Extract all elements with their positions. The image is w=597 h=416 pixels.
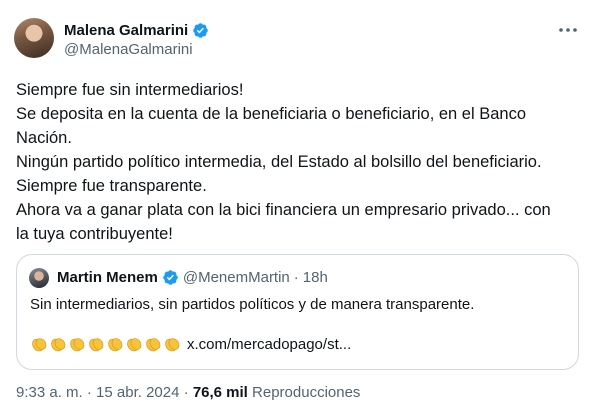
tweet-time[interactable]: 9:33 a. m.: [16, 384, 83, 401]
author-handle[interactable]: @MalenaGalmarini: [64, 41, 209, 58]
tweet-text-line: Nación.: [16, 129, 72, 147]
views-count: 76,6 mil: [192, 384, 248, 401]
tweet-meta: 9:33 a. m. · 15 abr. 2024 · 76,6 mil Rep…: [16, 384, 360, 401]
tweet-text-line: Ningún partido político intermedia, del …: [16, 153, 542, 171]
quoted-author-avatar: [29, 268, 49, 288]
quoted-tweet-text: Sin intermediarios, sin partidos polític…: [30, 296, 475, 313]
quoted-tweet-card[interactable]: Martin Menem @MenemMartin · 18h Sin inte…: [16, 254, 579, 370]
author-avatar[interactable]: [14, 18, 54, 58]
quoted-author-name: Martin Menem: [57, 269, 158, 286]
tweet-text: Siempre fue sin intermediarios! Se depos…: [16, 78, 586, 246]
tweet-text-line: Siempre fue sin intermediarios!: [16, 81, 244, 99]
tweet-text-line: Ahora va a ganar plata con la bici finan…: [16, 201, 551, 219]
quoted-timestamp: 18h: [302, 269, 328, 286]
quoted-separator: ·: [293, 269, 299, 286]
quoted-link[interactable]: x.com/mercadopago/st...: [187, 336, 351, 353]
views-label: Reproducciones: [252, 384, 361, 401]
author-name-row: Malena Galmarini: [64, 20, 209, 40]
tweet-text-line: Se deposita en la cuenta de la beneficia…: [16, 105, 527, 123]
author-block: Malena Galmarini @MalenaGalmarini: [64, 20, 209, 58]
tweet-date[interactable]: 15 abr. 2024: [96, 384, 179, 401]
author-name[interactable]: Malena Galmarini: [64, 22, 188, 39]
clapping-hands-emoji: [30, 335, 181, 353]
verified-badge-icon: [162, 269, 179, 286]
tweet-text-line: Siempre fue transparente.: [16, 177, 207, 195]
meta-separator: ·: [86, 384, 92, 401]
quoted-link-row: x.com/mercadopago/st...: [30, 335, 351, 353]
more-options-icon[interactable]: [557, 22, 579, 38]
verified-badge-icon[interactable]: [192, 22, 209, 39]
quoted-author-handle: @MenemMartin: [182, 269, 290, 286]
quoted-tweet-header: Martin Menem @MenemMartin · 18h: [57, 269, 328, 286]
tweet-text-line: la tuya contribuyente!: [16, 225, 173, 243]
tweet: Malena Galmarini @MalenaGalmarini Siempr…: [0, 0, 597, 416]
meta-separator: ·: [183, 384, 189, 401]
